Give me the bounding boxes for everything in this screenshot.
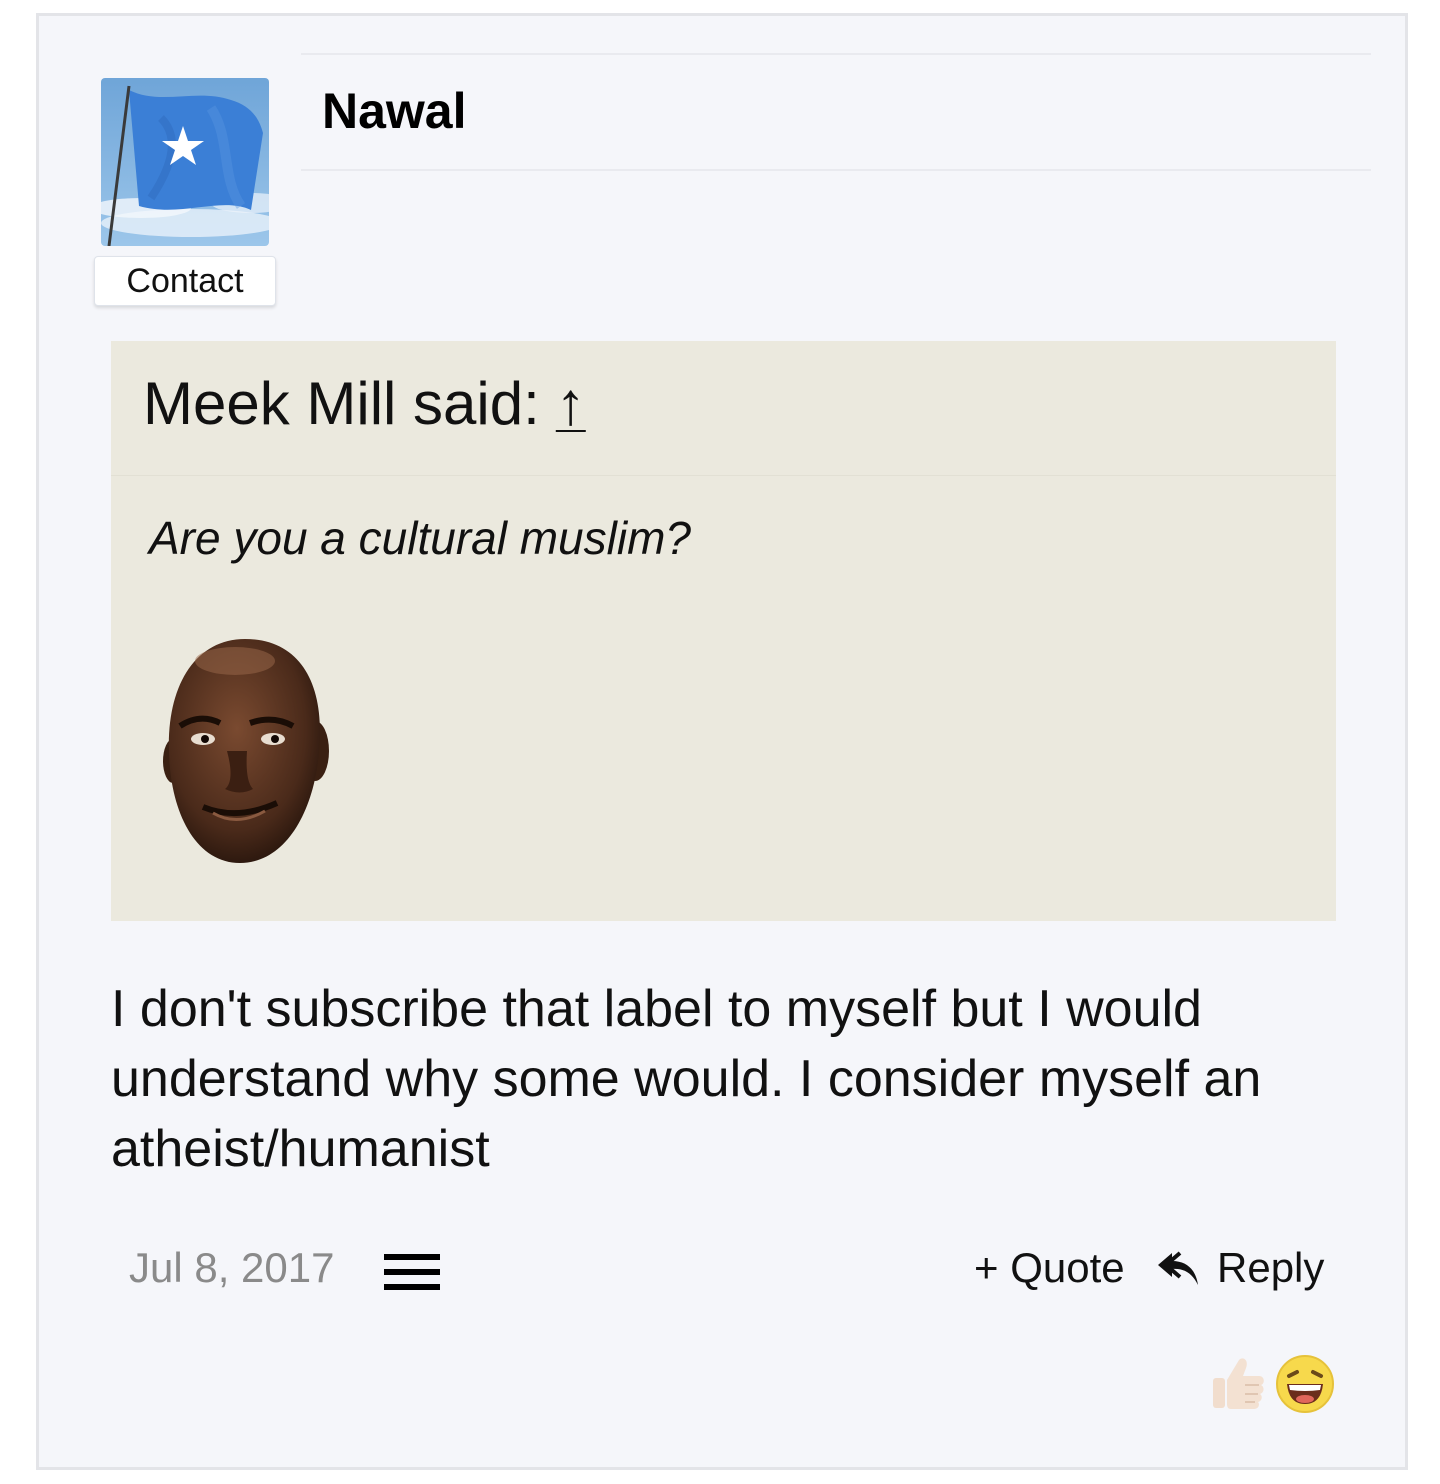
crying-jordan-face-icon — [163, 639, 329, 863]
reply-button[interactable]: Reply — [1217, 1244, 1324, 1292]
jump-to-quote-icon[interactable]: ↑ — [556, 369, 586, 438]
quote-text: Are you a cultural muslim? — [149, 512, 691, 564]
somalia-flag-avatar-icon — [101, 78, 269, 246]
laughing-face-icon[interactable] — [1275, 1354, 1335, 1414]
contact-button[interactable]: Contact — [94, 256, 276, 306]
post-author[interactable]: Nawal — [322, 82, 467, 140]
post-menu-icon[interactable] — [384, 1254, 440, 1294]
header-divider-top — [301, 53, 1371, 55]
thumbs-up-icon[interactable] — [1209, 1354, 1267, 1412]
quote-header: Meek Mill said: ↑ — [143, 369, 586, 438]
quote-block: Meek Mill said: ↑ Are you a cultural musl… — [111, 341, 1336, 921]
quote-author: Meek Mill said: — [143, 370, 540, 437]
post-body: I don't subscribe that label to myself b… — [111, 980, 1262, 1178]
post-date[interactable]: Jul 8, 2017 — [129, 1244, 335, 1292]
quote-button[interactable]: + Quote — [974, 1244, 1125, 1292]
reply-icon[interactable] — [1156, 1249, 1202, 1289]
avatar[interactable] — [101, 78, 269, 246]
forum-post: Contact Nawal Meek Mill said: ↑ Are you a… — [36, 13, 1408, 1470]
header-divider-bottom — [301, 169, 1371, 171]
quote-divider — [111, 475, 1336, 476]
